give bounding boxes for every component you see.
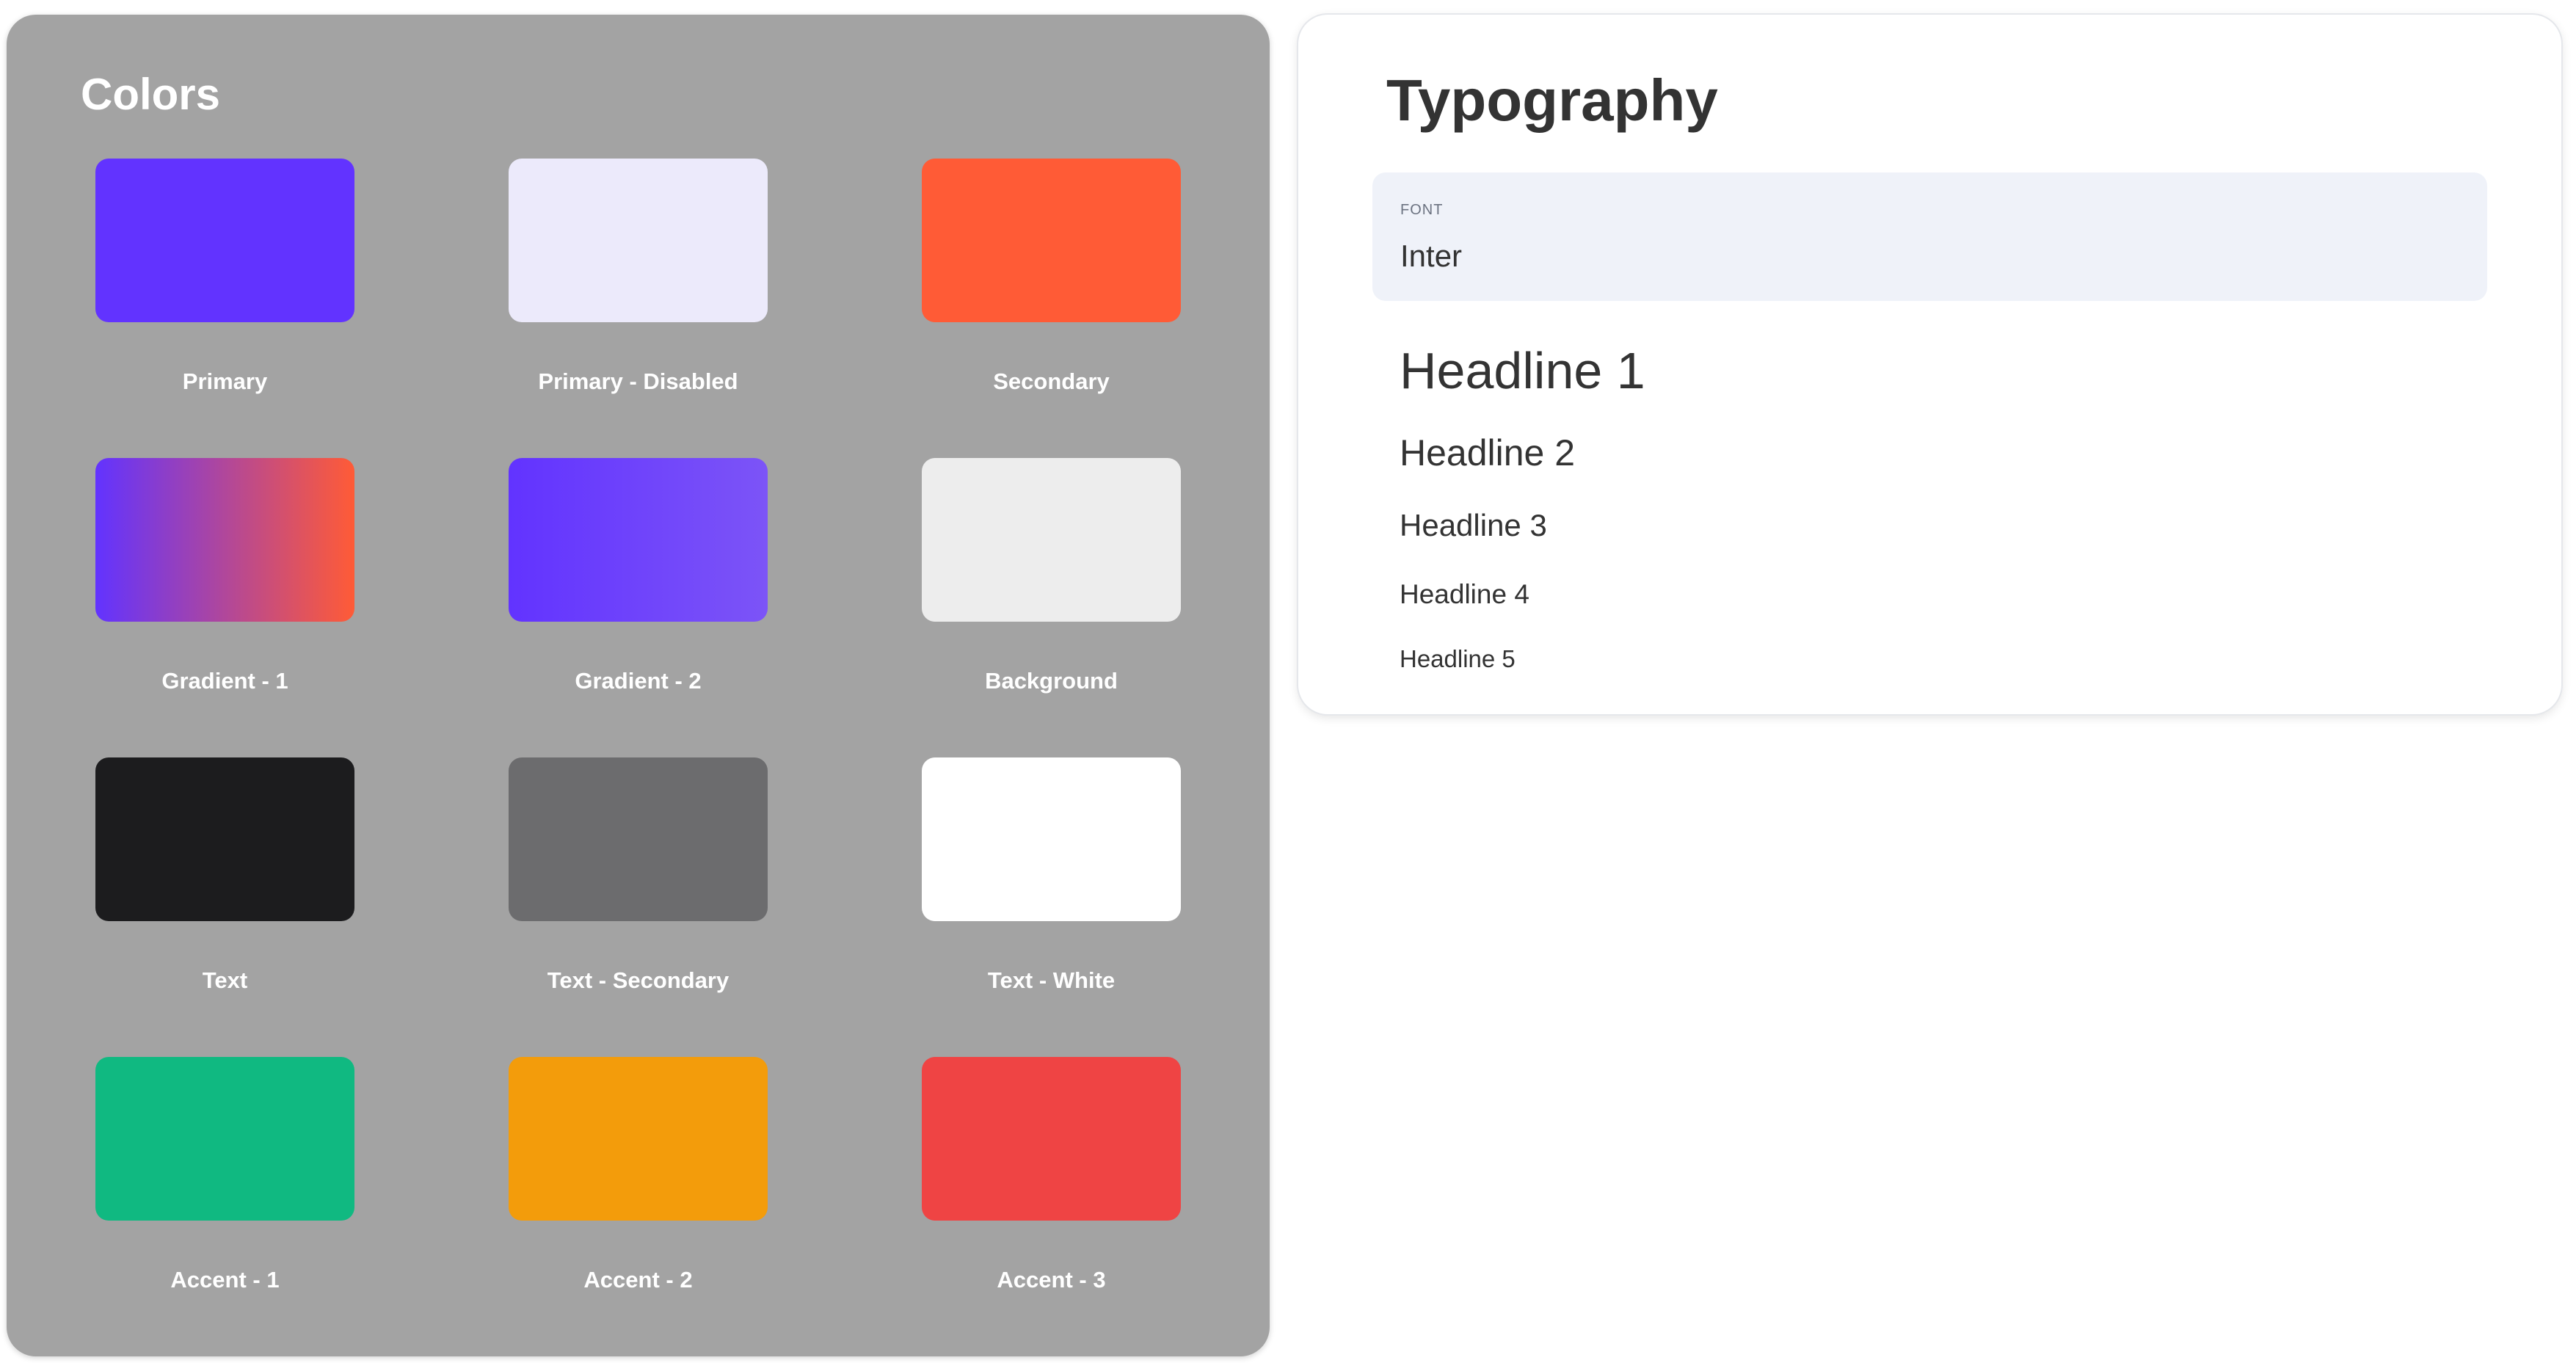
typography-panel: Typography FONT Inter Headline 1 Headlin…	[1298, 15, 2561, 714]
swatch-accent-3	[922, 1057, 1181, 1221]
font-value: Inter	[1400, 239, 1463, 273]
swatch-label: Gradient - 1	[161, 668, 288, 694]
font-label: FONT	[1400, 202, 1444, 218]
swatch-label: Accent - 3	[997, 1267, 1106, 1293]
swatch-accent-2	[509, 1057, 768, 1221]
headline-4-sample: Headline 4	[1400, 579, 1529, 609]
swatch-label: Text - Secondary	[547, 967, 729, 993]
swatch-label: Text	[202, 967, 248, 993]
swatch-item-primary[interactable]: Primary	[95, 159, 354, 458]
swatch-item-accent-3[interactable]: Accent - 3	[922, 1057, 1181, 1356]
swatch-item-text-white[interactable]: Text - White	[922, 757, 1181, 1057]
swatch-background	[922, 458, 1181, 622]
swatch-label: Text - White	[987, 967, 1116, 993]
swatch-accent-1	[95, 1057, 354, 1221]
swatch-label: Gradient - 2	[575, 668, 702, 694]
swatch-text	[95, 757, 354, 921]
swatch-label: Primary - Disabled	[538, 368, 738, 394]
swatch-label: Secondary	[993, 368, 1110, 394]
swatch-item-accent-1[interactable]: Accent - 1	[95, 1057, 354, 1356]
swatch-text-secondary	[509, 757, 768, 921]
swatch-item-gradient-1[interactable]: Gradient - 1	[95, 458, 354, 757]
swatch-grid: Primary Primary - Disabled Secondary Gra…	[95, 159, 1189, 1356]
headline-3-sample: Headline 3	[1400, 508, 1547, 542]
swatch-label: Accent - 2	[583, 1267, 693, 1293]
headline-5-sample: Headline 5	[1400, 645, 1516, 672]
swatch-primary-disabled	[509, 159, 768, 322]
swatch-gradient-1	[95, 458, 354, 622]
swatch-gradient-2	[509, 458, 768, 622]
swatch-secondary	[922, 159, 1181, 322]
swatch-item-accent-2[interactable]: Accent - 2	[509, 1057, 768, 1356]
swatch-item-primary-disabled[interactable]: Primary - Disabled	[509, 159, 768, 458]
swatch-item-gradient-2[interactable]: Gradient - 2	[509, 458, 768, 757]
colors-panel: Colors Primary Primary - Disabled Second…	[7, 15, 1270, 1356]
swatch-item-background[interactable]: Background	[922, 458, 1181, 757]
headline-1-sample: Headline 1	[1400, 342, 1645, 399]
swatch-item-text-secondary[interactable]: Text - Secondary	[509, 757, 768, 1057]
headline-2-sample: Headline 2	[1400, 432, 1576, 473]
style-guide-page: Colors Primary Primary - Disabled Second…	[0, 0, 2576, 1363]
colors-title: Colors	[81, 70, 221, 119]
typography-title: Typography	[1386, 68, 1718, 133]
swatch-text-white	[922, 757, 1181, 921]
swatch-label: Accent - 1	[170, 1267, 280, 1293]
swatch-item-secondary[interactable]: Secondary	[922, 159, 1181, 458]
swatch-label: Primary	[182, 368, 268, 394]
swatch-label: Background	[985, 668, 1118, 694]
swatch-primary	[95, 159, 354, 322]
swatch-item-text[interactable]: Text	[95, 757, 354, 1057]
font-field[interactable]: FONT Inter	[1372, 172, 2487, 301]
